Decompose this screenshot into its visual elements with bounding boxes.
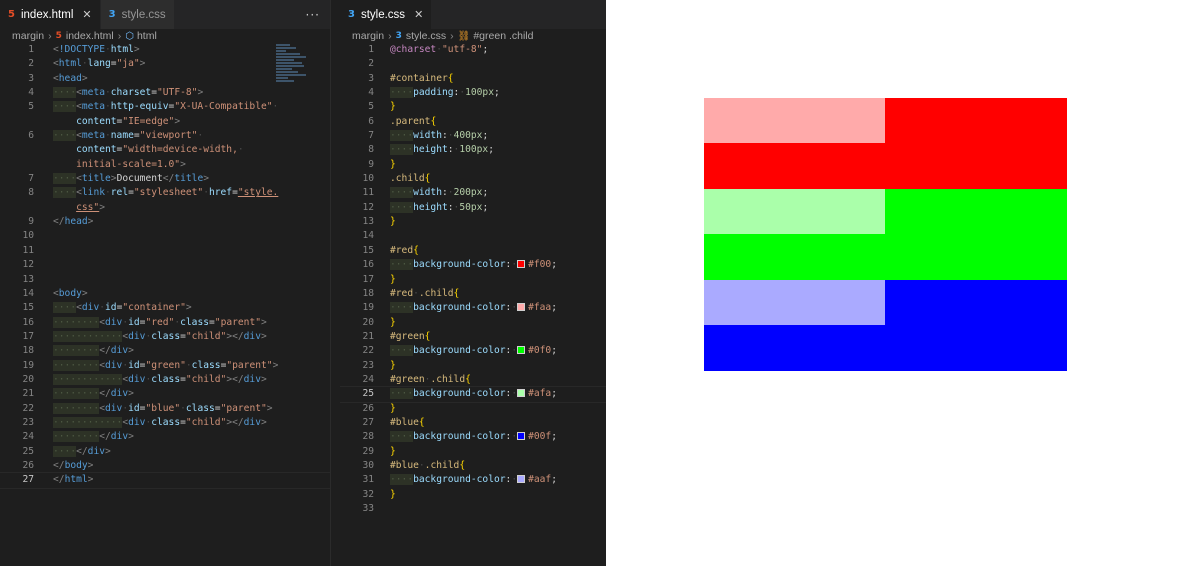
symbol-class-icon: ⛓ [457, 30, 471, 42]
breadcrumb-item-folder[interactable]: margin [12, 30, 44, 42]
preview-parent-blue [704, 280, 1067, 371]
preview-child-red [704, 98, 885, 143]
right-tab-bar: 3 style.css ✕ [340, 0, 606, 29]
preview-child-green [704, 189, 885, 234]
html5-icon: 5 [8, 9, 15, 20]
preview-parent-green [704, 189, 1067, 280]
tab-style-css-active[interactable]: 3 style.css ✕ [340, 0, 433, 29]
breadcrumb-item-symbol[interactable]: #green .child [473, 30, 533, 42]
html-code-view[interactable]: 1 <!DOCTYPE·html> 2 <html·lang="ja"> 3 <hea… [0, 43, 330, 489]
html5-icon: 5 [55, 31, 62, 41]
color-swatch-light-blue[interactable] [517, 475, 526, 484]
color-swatch-green[interactable] [517, 346, 526, 355]
more-actions-icon[interactable]: ··· [296, 0, 330, 29]
preview-container [704, 98, 1067, 371]
preview-parent-red [704, 98, 1067, 189]
breadcrumb-item-file[interactable]: style.css [406, 30, 446, 42]
close-icon[interactable]: ✕ [82, 8, 91, 21]
code-token: !DOCTYPE [58, 44, 105, 55]
breadcrumb-item-file[interactable]: index.html [66, 30, 114, 42]
chevron-right-icon: › [117, 30, 122, 42]
tab-label: style.css [121, 8, 166, 21]
symbol-element-icon: ⬡ [125, 30, 134, 42]
tab-style-css[interactable]: 3 style.css [100, 0, 175, 29]
breadcrumb-item-folder[interactable]: margin [352, 30, 384, 42]
editor-pane-index-html: 5 index.html ✕ 3 style.css ··· margin › … [0, 0, 330, 566]
close-icon[interactable]: ✕ [414, 8, 423, 21]
breadcrumb-item-symbol[interactable]: html [137, 30, 157, 42]
color-swatch-light-green[interactable] [517, 389, 526, 398]
browser-preview [606, 0, 1200, 566]
tab-label: style.css [360, 8, 406, 21]
css-code-view[interactable]: 1 @charset·"utf-8"; 2 3 #container{ 4 ····p… [340, 43, 606, 516]
editor-split-divider[interactable] [330, 0, 340, 566]
css3-icon: 3 [395, 31, 402, 41]
preview-child-blue [704, 280, 885, 325]
breadcrumb: margin › 3 style.css › ⛓ #green .child [340, 29, 606, 43]
tab-label: index.html [20, 8, 74, 21]
tab-index-html[interactable]: 5 index.html ✕ [0, 0, 101, 29]
code-editor: 5 index.html ✕ 3 style.css ··· margin › … [0, 0, 606, 566]
css3-icon: 3 [108, 9, 116, 20]
color-swatch-light-red[interactable] [517, 303, 526, 312]
color-swatch-red[interactable] [517, 260, 526, 269]
chevron-right-icon: › [48, 30, 52, 42]
css3-icon: 3 [348, 9, 355, 20]
editor-pane-style-css: 3 style.css ✕ margin › 3 style.css › ⛓ #… [340, 0, 606, 566]
left-tab-bar: 5 index.html ✕ 3 style.css ··· [0, 0, 330, 29]
chevron-right-icon: › [450, 30, 454, 42]
color-swatch-blue[interactable] [517, 432, 526, 441]
chevron-right-icon: › [388, 30, 392, 42]
breadcrumb: margin › 5 index.html › ⬡ html [0, 29, 330, 43]
